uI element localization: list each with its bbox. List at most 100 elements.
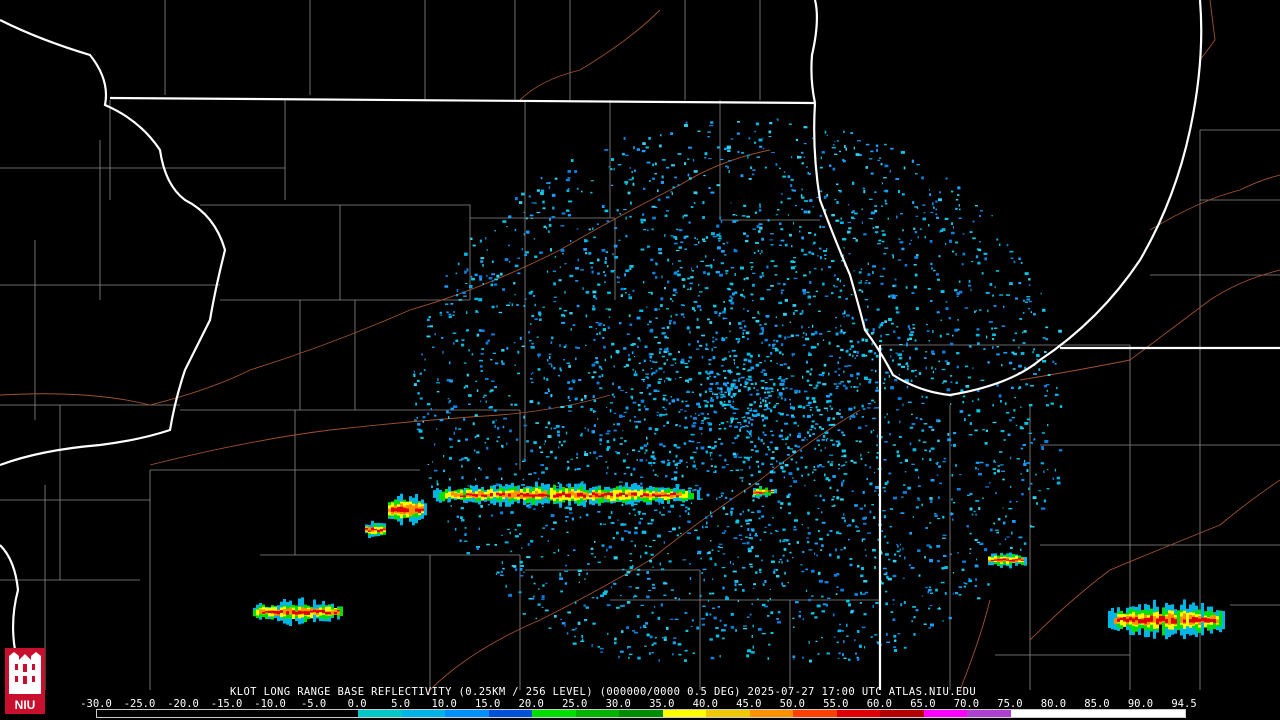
echo-speckle: [824, 447, 826, 449]
echo-speckle: [751, 530, 755, 532]
echo-speckle: [872, 227, 875, 229]
echo-speckle: [730, 406, 734, 409]
echo-speckle: [759, 568, 762, 572]
echo-speckle: [962, 395, 966, 398]
echo-speckle: [754, 130, 756, 133]
echo-speckle: [755, 460, 759, 463]
echo-speckle: [471, 277, 475, 281]
echo-speckle: [845, 349, 849, 353]
echo-speckle: [412, 373, 416, 375]
echo-speckle: [773, 265, 778, 267]
echo-speckle: [792, 557, 794, 559]
echo-speckle: [768, 387, 771, 390]
echo-speckle: [543, 443, 545, 445]
echo-speckle: [584, 453, 589, 456]
echo-speckle: [801, 336, 804, 338]
echo-speckle: [710, 515, 713, 518]
echo-speckle: [659, 351, 661, 354]
echo-speckle: [848, 407, 853, 411]
echo-speckle: [1007, 433, 1011, 436]
echo-speckle: [594, 556, 596, 558]
echo-speckle: [843, 384, 846, 387]
echo-speckle: [497, 426, 500, 430]
river: [0, 149, 771, 406]
echo-speckle: [668, 319, 672, 322]
echo-speckle: [651, 587, 656, 589]
echo-speckle: [913, 285, 917, 289]
echo-speckle: [814, 616, 818, 619]
echo-speckle: [442, 350, 444, 354]
echo-speckle: [747, 337, 749, 340]
echo-speckle: [510, 511, 514, 514]
echo-speckle: [931, 428, 935, 431]
echo-speckle: [568, 405, 573, 408]
echo-speckle: [811, 324, 814, 328]
echo-speckle: [794, 205, 797, 207]
echo-speckle: [536, 189, 540, 192]
echo-speckle: [943, 554, 947, 557]
echo-speckle: [1054, 468, 1057, 472]
echo-speckle: [833, 383, 838, 385]
echo-speckle: [941, 228, 946, 231]
echo-speckle: [708, 158, 712, 160]
echo-speckle: [953, 443, 956, 447]
echo-speckle: [564, 314, 566, 318]
echo-speckle: [873, 472, 876, 474]
echo-speckle: [864, 464, 867, 467]
echo-speckle: [653, 509, 658, 511]
echo-speckle: [461, 519, 465, 522]
echo-speckle: [617, 164, 622, 166]
echo-speckle: [511, 303, 513, 307]
echo-speckle: [710, 453, 711, 457]
echo-speckle: [873, 429, 875, 431]
echo-speckle: [554, 615, 557, 618]
echo-speckle: [996, 353, 1000, 356]
echo-speckle: [666, 421, 669, 424]
echo-speckle: [929, 189, 931, 191]
echo-speckle: [710, 191, 715, 194]
echo-speckle: [785, 378, 788, 380]
echo-speckle: [505, 584, 507, 588]
echo-speckle: [908, 243, 911, 245]
echo-speckle: [811, 397, 816, 400]
echo-speckle: [749, 410, 753, 412]
echo-speckle: [809, 429, 813, 431]
echo-speckle: [709, 321, 713, 324]
echo-speckle: [898, 238, 901, 240]
echo-speckle: [808, 640, 810, 644]
echo-speckle: [741, 152, 744, 154]
echo-speckle: [622, 459, 626, 463]
echo-speckle: [826, 533, 829, 536]
echo-speckle: [821, 466, 825, 468]
echo-speckle: [938, 360, 941, 363]
echo-speckle: [675, 250, 680, 252]
echo-speckle: [561, 444, 563, 447]
echo-speckle: [780, 291, 783, 295]
echo-speckle: [904, 264, 908, 267]
echo-speckle: [732, 570, 737, 573]
echo-speckle: [821, 268, 823, 271]
echo-speckle: [627, 191, 631, 195]
echo-speckle: [663, 394, 667, 397]
echo-speckle: [553, 282, 556, 286]
echo-speckle: [494, 278, 498, 281]
echo-speckle: [955, 253, 957, 256]
echo-speckle: [653, 397, 657, 401]
echo-speckle: [696, 265, 698, 268]
echo-speckle: [1043, 499, 1047, 503]
echo-speckle: [650, 553, 654, 556]
echo-speckle: [496, 440, 499, 443]
echo-speckle: [801, 570, 805, 573]
echo-speckle: [590, 180, 594, 182]
echo-speckle: [976, 541, 981, 544]
echo-speckle: [635, 421, 639, 423]
echo-speckle: [871, 399, 874, 402]
echo-speckle: [921, 176, 924, 180]
echo-speckle: [620, 294, 623, 297]
echo-speckle: [701, 623, 705, 626]
echo-speckle: [674, 597, 677, 599]
echo-speckle: [931, 267, 933, 270]
echo-speckle: [560, 225, 565, 227]
echo-speckle: [806, 396, 810, 399]
echo-speckle: [651, 228, 654, 231]
